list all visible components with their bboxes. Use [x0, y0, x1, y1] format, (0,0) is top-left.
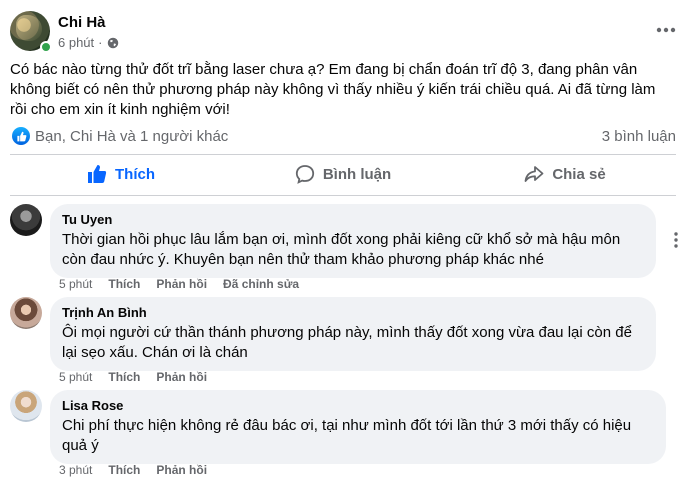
post-header: Chi Hà 6 phút ·	[10, 10, 680, 54]
comment-reply-button[interactable]: Phản hồi	[156, 463, 207, 477]
comment-time[interactable]: 3 phút	[59, 463, 92, 477]
comment-bubble: Lisa Rose Chi phí thực hiện không rẻ đâu…	[50, 390, 666, 464]
commenter-name[interactable]: Lisa Rose	[62, 398, 654, 414]
share-icon	[524, 166, 544, 182]
comment-count[interactable]: 3 bình luận	[602, 128, 676, 145]
comment-button[interactable]: Bình luận	[232, 156, 454, 192]
thumbs-up-icon	[88, 165, 107, 183]
comment-text: Ôi mọi người cứ thần thánh phương pháp n…	[62, 324, 632, 361]
comment-like-button[interactable]: Thích	[108, 463, 140, 477]
comment-text: Chi phí thực hiện không rẻ đâu bác ơi, t…	[62, 417, 632, 454]
reaction-summary[interactable]: Bạn, Chi Hà và 1 người khác	[35, 128, 228, 145]
comment-text: Thời gian hồi phục lâu lắm bạn ơi, mình …	[62, 231, 621, 268]
online-status-dot	[40, 41, 52, 53]
like-reaction-icon[interactable]	[12, 127, 30, 145]
comment-icon	[295, 165, 314, 184]
like-button[interactable]: Thích	[10, 156, 232, 192]
post-meta: 6 phút ·	[58, 35, 119, 50]
edited-label[interactable]: Đã chỉnh sửa	[223, 277, 299, 291]
share-label: Chia sẻ	[552, 165, 606, 183]
comment-bubble: Trịnh An Bình Ôi mọi người cứ thần thánh…	[50, 297, 656, 371]
comment-time[interactable]: 5 phút	[59, 370, 92, 384]
commenter-name[interactable]: Trịnh An Bình	[62, 305, 644, 321]
comment-like-button[interactable]: Thích	[108, 370, 140, 384]
post-time[interactable]: 6 phút	[58, 35, 94, 50]
comment-time[interactable]: 5 phút	[59, 277, 92, 291]
post-actions: Thích Bình luận Chia sẻ	[10, 156, 676, 192]
comment-reply-button[interactable]: Phản hồi	[156, 370, 207, 384]
share-button[interactable]: Chia sẻ	[454, 156, 676, 192]
comment-like-button[interactable]: Thích	[108, 277, 140, 291]
comment-bubble: Tu Uyen Thời gian hồi phục lâu lắm bạn ơ…	[50, 204, 656, 278]
reactions-row: Bạn, Chi Hà và 1 người khác 3 bình luận	[10, 124, 680, 148]
commenter-name[interactable]: Tu Uyen	[62, 212, 644, 228]
comment-actions: 5 phút Thích Phản hồi	[59, 370, 207, 384]
post-text: Có bác nào từng thử đốt trĩ bằng laser c…	[10, 61, 656, 118]
avatar[interactable]	[10, 297, 42, 329]
avatar[interactable]	[10, 204, 42, 236]
comment-reply-button[interactable]: Phản hồi	[156, 277, 207, 291]
globe-icon[interactable]	[107, 37, 119, 49]
comment-actions: 3 phút Thích Phản hồi	[59, 463, 207, 477]
divider	[10, 154, 676, 155]
author-name[interactable]: Chi Hà	[58, 14, 106, 31]
avatar[interactable]	[10, 390, 42, 422]
like-label: Thích	[115, 165, 155, 183]
comment-label: Bình luận	[322, 165, 392, 183]
comment-actions: 5 phút Thích Phản hồi Đã chỉnh sửa	[59, 277, 299, 291]
divider	[10, 195, 676, 196]
more-options-icon[interactable]	[654, 18, 678, 42]
comment-more-icon[interactable]	[666, 230, 686, 250]
